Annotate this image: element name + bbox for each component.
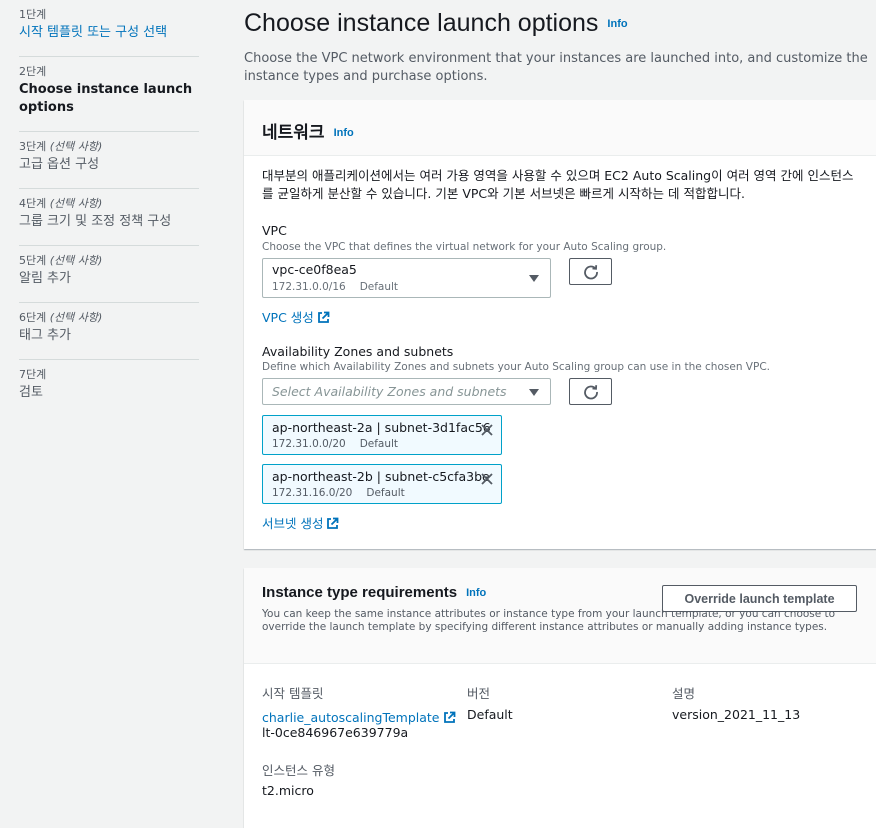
subnet-default-tag: Default [366,487,405,499]
launch-template-key: 시작 템플릿 [262,686,324,701]
vpc-label: VPC [262,223,287,238]
step-2-number: 2단계 [19,65,47,78]
launch-template-name[interactable]: charlie_autoscalingTemplate [262,710,440,725]
step-5-number: 5단계 (선택 사항) [19,254,103,267]
instance-type-panel: Instance type requirements Info You can k… [244,568,876,828]
subnet-create-link-text[interactable]: 서브넷 생성 [262,516,323,531]
step-7-title: 검토 [19,385,43,400]
subnet-token-meta: 172.31.0.0/20 Default [272,438,398,450]
subnet-cidr: 172.31.0.0/20 [272,438,346,450]
subnet-token: ap-northeast-2b | subnet-c5cfa3be 172.31… [262,464,502,504]
vpc-create-link[interactable]: VPC 생성 [262,307,330,328]
subnet-token: ap-northeast-2a | subnet-3d1fac56 172.31… [262,415,502,455]
description-value: version_2021_11_13 [672,707,801,722]
subnet-create-link[interactable]: 서브넷 생성 [262,513,339,534]
az-select[interactable]: Select Availability Zones and subnets [262,378,551,405]
step-7: 7단계 검토 [19,360,199,416]
step-5-title: 알림 추가 [19,271,71,286]
page-info-link[interactable]: Info [607,18,627,30]
step-3-number: 3단계 (선택 사항) [19,140,103,153]
step-5-optional: (선택 사항) [49,254,103,267]
launch-template-id: lt-0ce846967e639779a [262,725,409,740]
step-2-title: Choose instance launch options [19,82,193,115]
subnet-cidr: 172.31.16.0/20 [272,487,353,499]
network-description: 대부분의 애플리케이션에서는 여러 가용 영역을 사용할 수 있으며 EC2 A… [262,168,854,201]
vpc-select-meta: 172.31.0.0/16 Default [272,281,398,293]
version-value: Default [467,707,513,722]
description-key: 설명 [672,686,696,701]
caret-down-icon [529,388,539,396]
instance-type-value: t2.micro [262,783,314,798]
caret-down-icon [529,275,539,282]
refresh-icon [583,384,598,399]
instance-type-title-text: Instance type requirements [262,584,458,601]
instance-type-key: 인스턴스 유형 [262,763,335,778]
step-1-number: 1단계 [19,8,47,21]
network-title-text: 네트워크 [262,123,325,143]
az-select-placeholder: Select Availability Zones and subnets [272,384,507,399]
network-title: 네트워크 Info [262,118,354,143]
external-link-icon [326,515,339,534]
step-4-title: 그룹 크기 및 조정 정책 구성 [19,214,172,229]
step-6: 6단계 (선택 사항) 태그 추가 [19,303,199,360]
external-link-icon [443,709,456,728]
vpc-description: Choose the VPC that defines the virtual … [262,241,667,253]
close-icon[interactable] [480,471,494,490]
vpc-cidr: 172.31.0.0/16 [272,281,346,293]
step-3: 3단계 (선택 사항) 고급 옵션 구성 [19,132,199,189]
instance-type-title: Instance type requirements Info [262,584,486,601]
step-3-title: 고급 옵션 구성 [19,157,100,172]
override-launch-template-button[interactable]: Override launch template [662,585,857,612]
step-4-number: 4단계 (선택 사항) [19,197,103,210]
step-5: 5단계 (선택 사항) 알림 추가 [19,246,199,303]
subnet-default-tag: Default [359,438,399,450]
page-title-text: Choose instance launch options [244,9,599,37]
step-1[interactable]: 1단계 시작 템플릿 또는 구성 선택 [19,0,199,57]
az-refresh-button[interactable] [569,378,612,405]
step-1-title[interactable]: 시작 템플릿 또는 구성 선택 [19,24,199,42]
vpc-create-link-text[interactable]: VPC 생성 [262,310,314,325]
page-description: Choose the VPC network environment that … [244,51,868,84]
instance-type-panel-header: Instance type requirements Info You can k… [244,568,876,664]
refresh-icon [583,264,598,279]
close-icon[interactable] [480,422,494,441]
vpc-default-tag: Default [359,281,399,293]
subnet-token-name: ap-northeast-2b | subnet-c5cfa3be [272,469,490,484]
step-4: 4단계 (선택 사항) 그룹 크기 및 조정 정책 구성 [19,189,199,246]
step-2: 2단계 Choose instance launch options [19,57,199,132]
step-3-optional: (선택 사항) [49,140,103,153]
az-label: Availability Zones and subnets [262,344,454,359]
external-link-icon [317,309,330,328]
step-7-number: 7단계 [19,368,47,381]
version-key: 버전 [467,686,491,701]
vpc-select-value: vpc-ce0f8ea5 [272,262,357,277]
page-title: Choose instance launch options Info [244,7,628,40]
az-description: Define which Availability Zones and subn… [262,361,770,373]
step-6-number: 6단계 (선택 사항) [19,311,103,324]
vpc-refresh-button[interactable] [569,258,612,285]
step-6-optional: (선택 사항) [49,311,103,324]
step-4-optional: (선택 사항) [49,197,103,210]
instance-type-info-link[interactable]: Info [466,587,486,599]
step-6-title: 태그 추가 [19,328,71,343]
subnet-token-name: ap-northeast-2a | subnet-3d1fac56 [272,420,491,435]
wizard-steps: 1단계 시작 템플릿 또는 구성 선택 2단계 Choose instance … [19,0,199,416]
network-info-link[interactable]: Info [334,127,354,139]
network-panel: 네트워크 Info 대부분의 애플리케이션에서는 여러 가용 영역을 사용할 수 … [244,100,876,549]
vpc-select[interactable]: vpc-ce0f8ea5 172.31.0.0/16 Default [262,258,551,298]
network-panel-header: 네트워크 Info [244,100,876,156]
subnet-token-meta: 172.31.16.0/20 Default [272,487,405,499]
